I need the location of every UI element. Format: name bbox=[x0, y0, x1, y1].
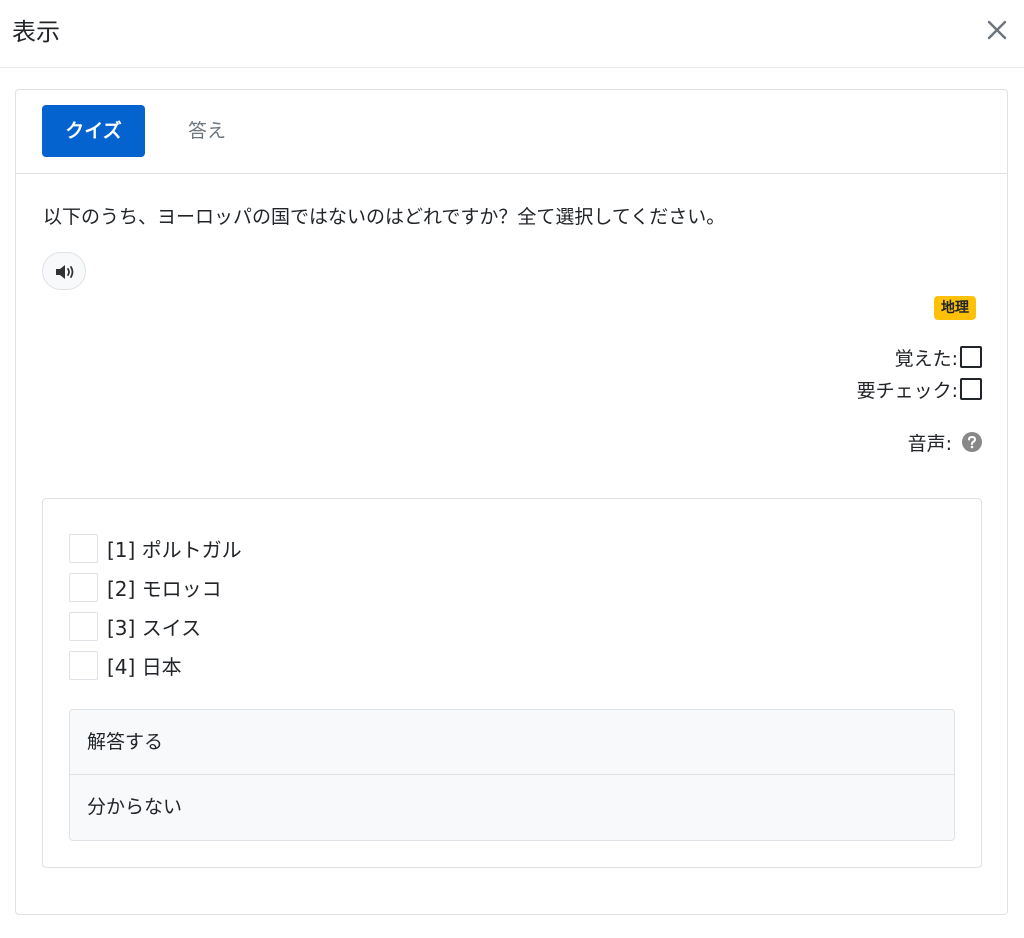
card-tabs: クイズ 答え bbox=[16, 90, 1007, 174]
action-list: 解答する 分からない bbox=[69, 709, 955, 841]
tab-answer[interactable]: 答え bbox=[156, 105, 258, 157]
play-audio-button[interactable] bbox=[42, 252, 86, 290]
choice-label: [2] モロッコ bbox=[107, 576, 222, 601]
review-label: 要チェック: bbox=[856, 379, 958, 402]
memorized-label: 覚えた: bbox=[894, 347, 958, 370]
choice-checkbox[interactable] bbox=[69, 650, 98, 680]
choice-item[interactable]: [1] ポルトガル bbox=[69, 533, 242, 563]
review-row: 要チェック: bbox=[857, 374, 982, 404]
quiz-card: クイズ 答え 以下のうち、ヨーロッパの国ではないのはどれですか？全て選択してくだ… bbox=[15, 89, 1008, 915]
choice-label: [4] 日本 bbox=[107, 654, 182, 679]
memorized-checkbox[interactable] bbox=[960, 346, 982, 368]
review-checkbox[interactable] bbox=[960, 378, 982, 400]
choice-label: [3] スイス bbox=[107, 615, 202, 640]
submit-answer-button[interactable]: 解答する bbox=[70, 710, 954, 775]
choice-label: [1] ポルトガル bbox=[107, 537, 242, 562]
modal-header: 表示 bbox=[0, 0, 1024, 68]
close-button[interactable] bbox=[982, 15, 1012, 45]
question-text: 以下のうち、ヨーロッパの国ではないのはどれですか？全て選択してください。 bbox=[43, 206, 726, 228]
choice-checkbox[interactable] bbox=[69, 572, 98, 602]
memorized-row: 覚えた: bbox=[895, 342, 982, 372]
close-icon bbox=[987, 20, 1007, 40]
tag-badge: 地理 bbox=[934, 296, 976, 320]
choice-checkbox[interactable] bbox=[69, 533, 98, 563]
choice-item[interactable]: [2] モロッコ bbox=[69, 572, 222, 602]
speaker-icon bbox=[56, 265, 74, 279]
choice-item[interactable]: [3] スイス bbox=[69, 611, 201, 641]
choice-item[interactable]: [4] 日本 bbox=[69, 650, 182, 680]
dont-know-button[interactable]: 分からない bbox=[70, 775, 954, 840]
choices-panel: [1] ポルトガル [2] モロッコ [3] スイス [4] 日本 解答する 分… bbox=[42, 498, 982, 868]
choice-checkbox[interactable] bbox=[69, 611, 98, 641]
audio-label: 音声: bbox=[907, 432, 952, 455]
audio-row: 音声: bbox=[908, 427, 982, 457]
question-circle-icon[interactable] bbox=[962, 432, 982, 452]
modal-title: 表示 bbox=[12, 18, 60, 46]
tab-quiz[interactable]: クイズ bbox=[42, 105, 145, 157]
